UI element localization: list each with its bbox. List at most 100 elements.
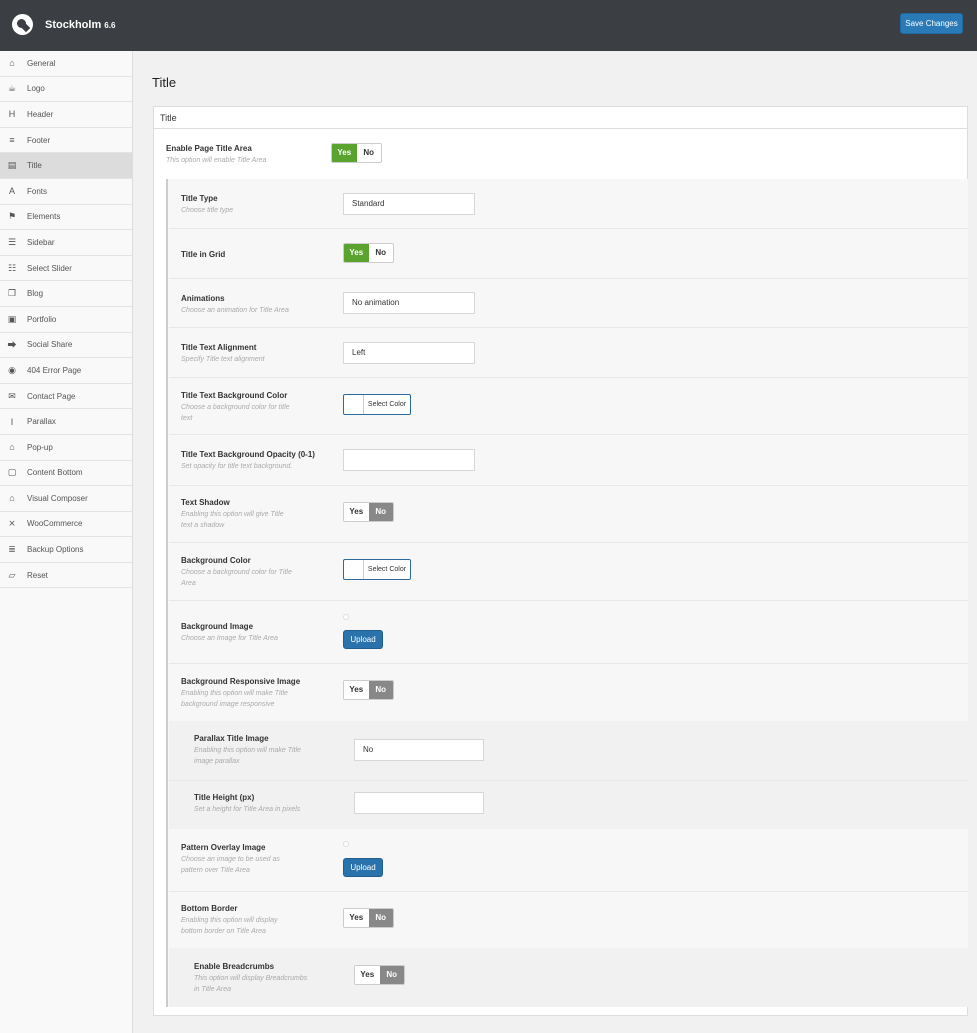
enable-title-label: Enable Page Title Area	[166, 144, 252, 153]
text-alignment-select[interactable]: Left	[343, 342, 475, 364]
bg-image-upload-button[interactable]: Upload	[343, 630, 383, 649]
share-icon: ⮕	[7, 340, 17, 351]
bg-image-label: Background Image	[181, 622, 254, 631]
header-icon: H	[8, 109, 16, 120]
pattern-overlay-upload-button[interactable]: Upload	[343, 858, 383, 877]
sidebar-item-woocommerce[interactable]: ⨯ WooCommerce	[0, 512, 132, 538]
text-bg-color-picker[interactable]: Select Color	[343, 394, 411, 415]
title-type-desc: Choose title type	[181, 207, 234, 214]
sidebar-item-label: General	[27, 58, 56, 68]
brand-version: 6.6	[104, 21, 116, 30]
sidebar-item-select-slider[interactable]: ☷ Select Slider	[0, 256, 132, 282]
pattern-overlay-desc-2: pattern over Title Area	[181, 867, 250, 874]
row-divider	[169, 228, 968, 229]
text-bg-opacity-input[interactable]	[343, 449, 475, 471]
save-changes-button[interactable]: Save Changes	[900, 13, 963, 34]
sidebar-item-footer[interactable]: ≡ Footer	[0, 128, 132, 154]
row-divider	[169, 663, 968, 664]
sidebar-item-404-error-page[interactable]: ◉ 404 Error Page	[0, 358, 132, 384]
sidebar-item-general[interactable]: ⌂ General	[0, 51, 132, 77]
toggle-yes[interactable]: Yes	[355, 966, 380, 984]
toggle-yes[interactable]: Yes	[344, 244, 369, 262]
row-divider	[169, 542, 968, 543]
coffee-icon: ☕	[7, 83, 17, 94]
sidebar-item-fonts[interactable]: A Fonts	[0, 179, 132, 205]
sidebar-item-label: Social Share	[27, 340, 73, 350]
breadcrumbs-desc-2: in Title Area	[194, 986, 232, 993]
database-icon: ≣	[8, 544, 16, 555]
bg-responsive-label: Background Responsive Image	[181, 677, 301, 686]
toggle-no[interactable]: No	[357, 144, 382, 162]
text-bg-color-label: Title Text Background Color	[181, 391, 288, 400]
sidebar-item-portfolio[interactable]: ▣ Portfolio	[0, 307, 132, 333]
sidebar-item-title[interactable]: ▤ Title	[0, 153, 132, 179]
top-bar: Stockholm 6.6 Save Changes	[0, 0, 977, 51]
sidebar-item-content-bottom[interactable]: ▢ Content Bottom	[0, 461, 132, 487]
eraser-icon: ▱	[8, 569, 16, 580]
sidebar-item-reset[interactable]: ▱ Reset	[0, 563, 132, 589]
sidebar-item-backup-options[interactable]: ≣ Backup Options	[0, 537, 132, 563]
bg-image-desc: Choose an Image for Title Area	[181, 635, 278, 642]
sidebar-item-blog[interactable]: ❐ Blog	[0, 281, 132, 307]
pattern-overlay-label: Pattern Overlay Image	[181, 843, 266, 852]
sidebar-item-parallax[interactable]: I Parallax	[0, 409, 132, 435]
toggle-yes[interactable]: Yes	[344, 503, 369, 521]
page-title: Title	[152, 75, 177, 90]
title-in-grid-label: Title in Grid	[181, 250, 226, 259]
logo-icon	[12, 14, 33, 35]
sidebar-item-contact-page[interactable]: ✉ Contact Page	[0, 384, 132, 410]
panel-title: Title	[154, 107, 967, 129]
enable-title-toggle[interactable]: Yes No	[331, 143, 382, 163]
sidebar-item-label: Header	[27, 109, 54, 119]
sidebar-item-sidebar[interactable]: ☰ Sidebar	[0, 230, 132, 256]
text-alignment-desc: Specify Title text alignment	[181, 356, 265, 363]
sidebar-item-label: Blog	[27, 289, 44, 299]
sidebar-item-label: Parallax	[27, 417, 56, 427]
title-type-select[interactable]: Standard	[343, 193, 475, 215]
breadcrumbs-toggle[interactable]: Yes No	[354, 965, 405, 985]
bank-icon: ⌂	[9, 493, 15, 504]
toggle-no[interactable]: No	[368, 909, 393, 927]
blog-icon: ❐	[7, 288, 17, 299]
toggle-yes[interactable]: Yes	[332, 144, 357, 162]
toggle-no[interactable]: No	[368, 503, 393, 521]
title-in-grid-toggle[interactable]: Yes No	[343, 243, 394, 263]
sidebar-item-label: Portfolio	[27, 314, 57, 324]
sidebar-item-header[interactable]: H Header	[0, 102, 132, 128]
sidebar-item-label: Select Slider	[27, 263, 72, 273]
sliders-icon: ☷	[7, 262, 17, 273]
toggle-no[interactable]: No	[369, 244, 394, 262]
enable-title-desc: This option will enable Title Area	[166, 157, 267, 164]
parallax-icon: I	[10, 416, 14, 427]
text-shadow-label: Text Shadow	[181, 498, 230, 507]
sidebar-item-visual-composer[interactable]: ⌂ Visual Composer	[0, 486, 132, 512]
bg-color-picker[interactable]: Select Color	[343, 559, 411, 580]
parallax-image-label: Parallax Title Image	[194, 734, 269, 743]
toggle-no[interactable]: No	[368, 681, 393, 699]
title-height-input[interactable]	[354, 792, 484, 814]
animations-select[interactable]: No animation	[343, 292, 475, 314]
sidebar-item-elements[interactable]: ⚑ Elements	[0, 205, 132, 231]
footer-icon: ≡	[9, 135, 15, 146]
sidebar-item-pop-up[interactable]: ⌂ Pop-up	[0, 435, 132, 461]
breadcrumbs-label: Enable Breadcrumbs	[194, 962, 275, 971]
text-shadow-toggle[interactable]: Yes No	[343, 502, 394, 522]
sidebar-item-label: Reset	[27, 570, 48, 580]
row-divider	[169, 891, 968, 892]
bottom-border-desc-2: bottom border on Title Area	[181, 928, 266, 935]
select-color-label: Select Color	[367, 566, 407, 573]
sidebar-item-label: Title	[27, 161, 42, 171]
sidebar-item-social-share[interactable]: ⮕ Social Share	[0, 333, 132, 359]
row-divider	[169, 600, 968, 601]
font-icon: A	[8, 186, 15, 197]
portfolio-icon: ▣	[7, 313, 17, 324]
parallax-image-select[interactable]: No	[354, 739, 484, 761]
toggle-no[interactable]: No	[379, 966, 404, 984]
cart-icon: ⨯	[8, 518, 16, 529]
sidebar-item-logo[interactable]: ☕ Logo	[0, 77, 132, 103]
toggle-yes[interactable]: Yes	[344, 909, 369, 927]
toggle-yes[interactable]: Yes	[344, 681, 369, 699]
bg-responsive-toggle[interactable]: Yes No	[343, 680, 394, 700]
row-divider	[169, 377, 968, 378]
bottom-border-toggle[interactable]: Yes No	[343, 908, 394, 928]
